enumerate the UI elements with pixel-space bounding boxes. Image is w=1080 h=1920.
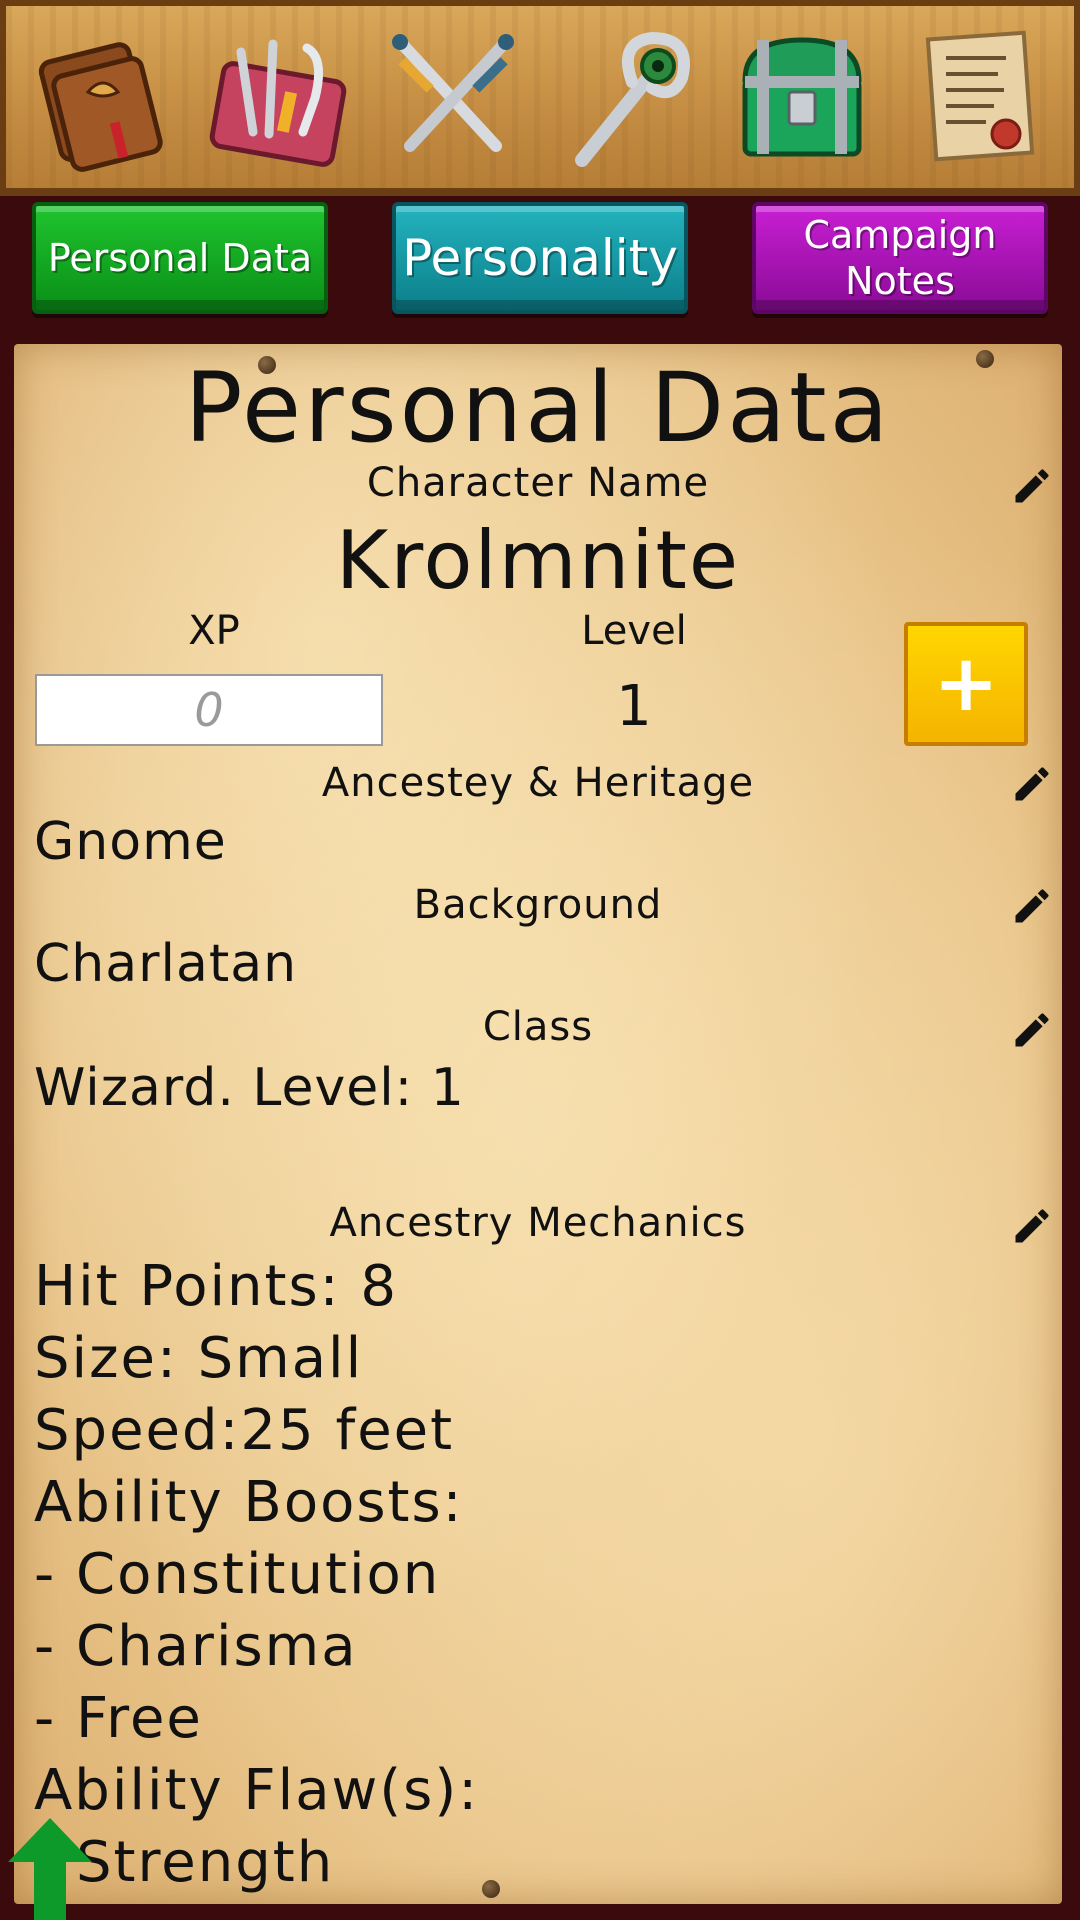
character-name-value: Krolmnite xyxy=(335,514,741,607)
level-label: Level xyxy=(581,608,687,654)
mechanics-line: Ability Boosts: xyxy=(34,1470,464,1535)
app-root: Personal Data Personality Campaign Notes… xyxy=(0,0,1080,1920)
plus-icon: + xyxy=(933,639,999,729)
edit-ancestry-icon[interactable] xyxy=(1010,762,1054,806)
edit-class-icon[interactable] xyxy=(1010,1008,1054,1052)
edit-ancestry-mechanics-icon[interactable] xyxy=(1010,1204,1054,1248)
character-sheet-panel: Personal Data Character Name Krolmnite X… xyxy=(14,344,1062,1904)
background-value: Charlatan xyxy=(34,934,298,994)
page-title: Personal Data xyxy=(184,352,892,464)
mechanics-line: Size: Small xyxy=(34,1326,364,1391)
tab-campaign-notes[interactable]: Campaign Notes xyxy=(752,202,1048,314)
mechanics-line: - Charisma xyxy=(34,1614,358,1679)
ancestry-value: Gnome xyxy=(34,812,227,872)
mechanics-line: Hit Points: 8 xyxy=(34,1254,398,1319)
scroll-icon[interactable] xyxy=(902,17,1052,177)
edit-background-icon[interactable] xyxy=(1010,884,1054,928)
treasure-chest-icon[interactable] xyxy=(727,17,877,177)
level-up-button[interactable]: + xyxy=(904,622,1028,746)
edit-character-name-icon[interactable] xyxy=(1010,464,1054,508)
crossed-swords-icon[interactable] xyxy=(378,17,528,177)
mechanics-line: - Free xyxy=(34,1686,203,1751)
ancestry-label: Ancestey & Heritage xyxy=(321,760,755,806)
spellbook-icon[interactable] xyxy=(28,17,178,177)
tab-personality[interactable]: Personality xyxy=(392,202,688,314)
scroll-up-arrow-icon[interactable] xyxy=(8,1818,92,1920)
tab-personal-data[interactable]: Personal Data xyxy=(32,202,328,314)
background-label: Background xyxy=(413,882,663,928)
xp-input[interactable] xyxy=(35,674,383,746)
magic-staff-icon[interactable] xyxy=(552,17,702,177)
tab-bar: Personal Data Personality Campaign Notes xyxy=(0,200,1080,320)
character-name-label: Character Name xyxy=(366,460,710,506)
class-value: Wizard. Level: 1 xyxy=(34,1058,465,1118)
ancestry-mechanics-label: Ancestry Mechanics xyxy=(329,1200,747,1246)
xp-label: XP xyxy=(188,608,240,654)
top-icon-bar xyxy=(0,0,1080,196)
mechanics-line: Ability Flaw(s): xyxy=(34,1758,480,1823)
class-label: Class xyxy=(482,1004,594,1050)
mechanics-line: Speed:25 feet xyxy=(34,1398,455,1463)
mechanics-line: - Constitution xyxy=(34,1542,441,1607)
tools-icon[interactable] xyxy=(203,17,353,177)
level-value: 1 xyxy=(616,674,652,739)
parchment-pin xyxy=(482,1880,500,1898)
